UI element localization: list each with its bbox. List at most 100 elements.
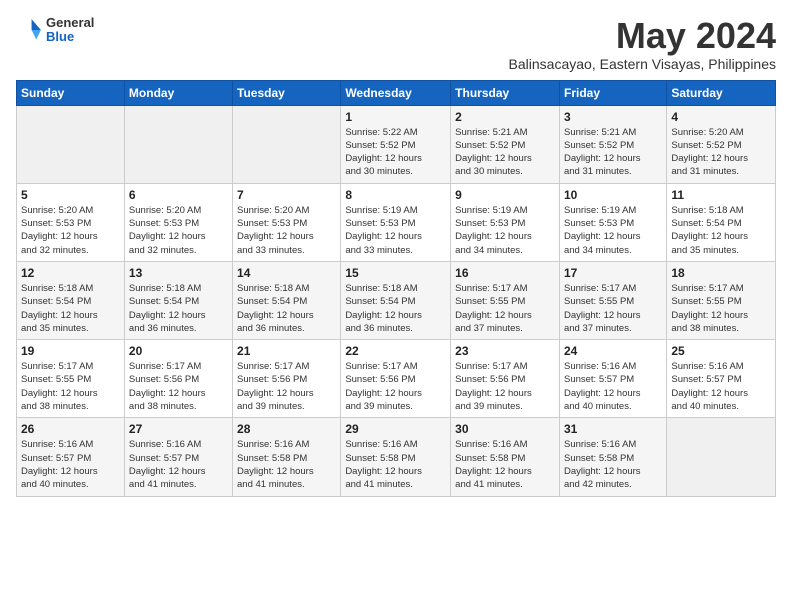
header-day-friday: Friday <box>559 80 666 105</box>
day-info: Sunrise: 5:16 AMSunset: 5:58 PMDaylight:… <box>564 438 662 491</box>
calendar-cell: 4 Sunrise: 5:20 AMSunset: 5:52 PMDaylight… <box>667 105 776 183</box>
day-number: 27 <box>129 422 228 436</box>
day-number: 1 <box>345 110 446 124</box>
day-info: Sunrise: 5:16 AMSunset: 5:57 PMDaylight:… <box>129 438 228 491</box>
month-title: May 2024 <box>509 16 776 56</box>
day-info: Sunrise: 5:17 AMSunset: 5:56 PMDaylight:… <box>129 360 228 413</box>
calendar-cell: 2 Sunrise: 5:21 AMSunset: 5:52 PMDaylight… <box>451 105 560 183</box>
day-info: Sunrise: 5:17 AMSunset: 5:55 PMDaylight:… <box>564 282 662 335</box>
calendar-cell: 30Sunrise: 5:16 AMSunset: 5:58 PMDayligh… <box>451 418 560 496</box>
day-info: Sunrise: 5:18 AMSunset: 5:54 PMDaylight:… <box>671 204 771 257</box>
calendar-cell: 18 Sunrise: 5:17 AMSunset: 5:55 PMDayligh… <box>667 261 776 339</box>
day-info: Sunrise: 5:18 AMSunset: 5:54 PMDaylight:… <box>345 282 446 335</box>
day-info: Sunrise: 5:19 AMSunset: 5:53 PMDaylight:… <box>455 204 555 257</box>
calendar-cell: 10Sunrise: 5:19 AMSunset: 5:53 PMDayligh… <box>559 183 666 261</box>
day-number: 2 <box>455 110 555 124</box>
day-info: Sunrise: 5:21 AMSunset: 5:52 PMDaylight:… <box>564 126 662 179</box>
header-day-sunday: Sunday <box>17 80 125 105</box>
day-number: 6 <box>129 188 228 202</box>
calendar-cell: 11 Sunrise: 5:18 AMSunset: 5:54 PMDayligh… <box>667 183 776 261</box>
page: General Blue May 2024 Balinsacayao, East… <box>0 0 792 513</box>
day-info: Sunrise: 5:16 AMSunset: 5:57 PMDaylight:… <box>564 360 662 413</box>
day-info: Sunrise: 5:20 AMSunset: 5:53 PMDaylight:… <box>21 204 120 257</box>
calendar-cell: 12 Sunrise: 5:18 AMSunset: 5:54 PMDayligh… <box>17 261 125 339</box>
day-number: 12 <box>21 266 120 280</box>
calendar-week-5: 26 Sunrise: 5:16 AMSunset: 5:57 PMDayligh… <box>17 418 776 496</box>
calendar-cell <box>667 418 776 496</box>
day-number: 22 <box>345 344 446 358</box>
calendar-cell: 20 Sunrise: 5:17 AMSunset: 5:56 PMDayligh… <box>124 340 232 418</box>
day-number: 3 <box>564 110 662 124</box>
calendar-cell: 7Sunrise: 5:20 AMSunset: 5:53 PMDaylight… <box>233 183 341 261</box>
day-number: 16 <box>455 266 555 280</box>
day-info: Sunrise: 5:17 AMSunset: 5:55 PMDaylight:… <box>671 282 771 335</box>
day-number: 19 <box>21 344 120 358</box>
day-number: 14 <box>237 266 336 280</box>
calendar-cell <box>233 105 341 183</box>
day-number: 11 <box>671 188 771 202</box>
day-info: Sunrise: 5:17 AMSunset: 5:56 PMDaylight:… <box>237 360 336 413</box>
calendar-cell: 13 Sunrise: 5:18 AMSunset: 5:54 PMDayligh… <box>124 261 232 339</box>
day-info: Sunrise: 5:20 AMSunset: 5:52 PMDaylight:… <box>671 126 771 179</box>
title-block: May 2024 Balinsacayao, Eastern Visayas, … <box>509 16 776 72</box>
day-info: Sunrise: 5:17 AMSunset: 5:56 PMDaylight:… <box>345 360 446 413</box>
day-number: 9 <box>455 188 555 202</box>
day-info: Sunrise: 5:21 AMSunset: 5:52 PMDaylight:… <box>455 126 555 179</box>
day-number: 5 <box>21 188 120 202</box>
calendar-week-1: 1 Sunrise: 5:22 AMSunset: 5:52 PMDaylight… <box>17 105 776 183</box>
calendar-cell: 1 Sunrise: 5:22 AMSunset: 5:52 PMDaylight… <box>341 105 451 183</box>
day-number: 17 <box>564 266 662 280</box>
calendar-cell: 6Sunrise: 5:20 AMSunset: 5:53 PMDaylight… <box>124 183 232 261</box>
calendar-header-row: SundayMondayTuesdayWednesdayThursdayFrid… <box>17 80 776 105</box>
subtitle: Balinsacayao, Eastern Visayas, Philippin… <box>509 56 776 72</box>
day-number: 28 <box>237 422 336 436</box>
day-info: Sunrise: 5:18 AMSunset: 5:54 PMDaylight:… <box>129 282 228 335</box>
day-number: 13 <box>129 266 228 280</box>
calendar-cell: 23Sunrise: 5:17 AMSunset: 5:56 PMDayligh… <box>451 340 560 418</box>
calendar-cell: 25Sunrise: 5:16 AMSunset: 5:57 PMDayligh… <box>667 340 776 418</box>
calendar-cell: 17 Sunrise: 5:17 AMSunset: 5:55 PMDayligh… <box>559 261 666 339</box>
day-number: 31 <box>564 422 662 436</box>
calendar-cell: 24 Sunrise: 5:16 AMSunset: 5:57 PMDayligh… <box>559 340 666 418</box>
day-number: 8 <box>345 188 446 202</box>
header-day-wednesday: Wednesday <box>341 80 451 105</box>
day-info: Sunrise: 5:16 AMSunset: 5:57 PMDaylight:… <box>21 438 120 491</box>
day-info: Sunrise: 5:16 AMSunset: 5:58 PMDaylight:… <box>237 438 336 491</box>
calendar-week-2: 5 Sunrise: 5:20 AMSunset: 5:53 PMDaylight… <box>17 183 776 261</box>
calendar-cell: 26 Sunrise: 5:16 AMSunset: 5:57 PMDayligh… <box>17 418 125 496</box>
logo-icon <box>16 16 44 44</box>
header: General Blue May 2024 Balinsacayao, East… <box>16 16 776 72</box>
calendar: SundayMondayTuesdayWednesdayThursdayFrid… <box>16 80 776 497</box>
calendar-cell: 19 Sunrise: 5:17 AMSunset: 5:55 PMDayligh… <box>17 340 125 418</box>
calendar-cell: 8Sunrise: 5:19 AMSunset: 5:53 PMDaylight… <box>341 183 451 261</box>
day-number: 7 <box>237 188 336 202</box>
day-number: 26 <box>21 422 120 436</box>
calendar-cell: 31 Sunrise: 5:16 AMSunset: 5:58 PMDayligh… <box>559 418 666 496</box>
logo-blue: Blue <box>46 30 94 44</box>
calendar-cell: 16 Sunrise: 5:17 AMSunset: 5:55 PMDayligh… <box>451 261 560 339</box>
day-number: 25 <box>671 344 771 358</box>
day-info: Sunrise: 5:17 AMSunset: 5:55 PMDaylight:… <box>21 360 120 413</box>
day-info: Sunrise: 5:18 AMSunset: 5:54 PMDaylight:… <box>21 282 120 335</box>
day-info: Sunrise: 5:22 AMSunset: 5:52 PMDaylight:… <box>345 126 446 179</box>
calendar-cell: 21 Sunrise: 5:17 AMSunset: 5:56 PMDayligh… <box>233 340 341 418</box>
day-number: 21 <box>237 344 336 358</box>
day-number: 4 <box>671 110 771 124</box>
calendar-cell <box>124 105 232 183</box>
day-number: 15 <box>345 266 446 280</box>
calendar-cell: 29Sunrise: 5:16 AMSunset: 5:58 PMDayligh… <box>341 418 451 496</box>
day-info: Sunrise: 5:17 AMSunset: 5:55 PMDaylight:… <box>455 282 555 335</box>
day-number: 18 <box>671 266 771 280</box>
calendar-cell: 22 Sunrise: 5:17 AMSunset: 5:56 PMDayligh… <box>341 340 451 418</box>
day-number: 20 <box>129 344 228 358</box>
day-number: 29 <box>345 422 446 436</box>
calendar-cell: 14Sunrise: 5:18 AMSunset: 5:54 PMDayligh… <box>233 261 341 339</box>
calendar-cell: 27 Sunrise: 5:16 AMSunset: 5:57 PMDayligh… <box>124 418 232 496</box>
day-number: 30 <box>455 422 555 436</box>
day-number: 24 <box>564 344 662 358</box>
header-day-saturday: Saturday <box>667 80 776 105</box>
logo-text: General Blue <box>46 16 94 45</box>
calendar-cell: 28 Sunrise: 5:16 AMSunset: 5:58 PMDayligh… <box>233 418 341 496</box>
logo-general: General <box>46 16 94 30</box>
calendar-week-4: 19 Sunrise: 5:17 AMSunset: 5:55 PMDayligh… <box>17 340 776 418</box>
